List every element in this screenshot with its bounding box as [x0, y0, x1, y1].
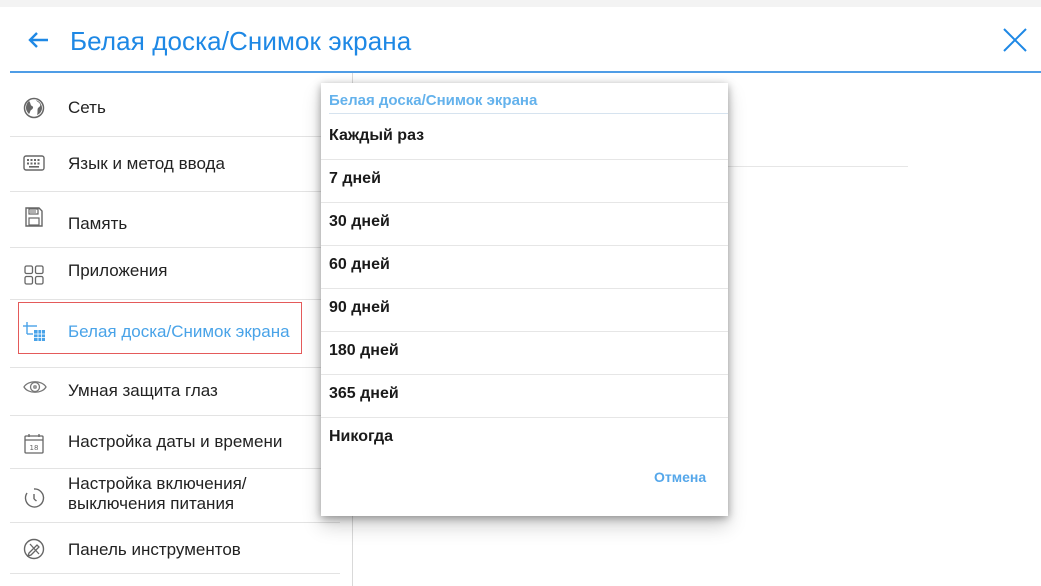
dialog-title-divider [329, 113, 728, 114]
page-header: Белая доска/Снимок экрана [0, 7, 1041, 71]
retention-period-dialog: Белая доска/Снимок экрана Каждый раз 7 д… [321, 83, 728, 516]
option-label: 7 дней [329, 170, 381, 187]
option-30-days[interactable]: 30 дней [321, 202, 728, 246]
option-label: Каждый раз [329, 127, 425, 144]
svg-text:18: 18 [30, 444, 39, 452]
sidebar-item-date-time[interactable]: 18 Настройка даты и времени [10, 416, 340, 469]
sidebar-item-network[interactable]: Сеть [10, 83, 340, 137]
close-icon[interactable] [1000, 25, 1030, 55]
sidebar-item-label-line-1: Настройка включения/ [68, 474, 247, 493]
option-60-days[interactable]: 60 дней [321, 245, 728, 289]
option-label: 30 дней [329, 213, 390, 230]
back-arrow-icon[interactable] [26, 27, 52, 53]
power-timer-icon [23, 487, 45, 509]
option-180-days[interactable]: 180 дней [321, 331, 728, 375]
top-strip [0, 0, 1041, 7]
sidebar-item-label-line-2: выключения питания [68, 494, 235, 513]
sidebar-item-toolbar[interactable]: Панель инструментов [10, 523, 340, 574]
option-every-time[interactable]: Каждый раз [321, 116, 728, 160]
sidebar-item-eye-protection[interactable]: Умная защита глаз [10, 368, 340, 416]
option-90-days[interactable]: 90 дней [321, 288, 728, 332]
dialog-title: Белая доска/Снимок экрана [329, 92, 538, 109]
sidebar-item-label: Настройка даты и времени [68, 432, 283, 451]
storage-icon [23, 206, 45, 228]
sidebar-item-label: Панель инструментов [68, 540, 241, 559]
calendar-icon: 18 [23, 433, 45, 455]
toolbar-icon [23, 538, 45, 560]
content-divider [728, 166, 908, 167]
option-never[interactable]: Никогда [321, 417, 728, 460]
option-7-days[interactable]: 7 дней [321, 159, 728, 203]
option-label: 180 дней [329, 342, 399, 359]
option-label: Никогда [329, 428, 394, 445]
keyboard-icon [23, 152, 45, 174]
globe-icon [23, 97, 45, 119]
sidebar-item-label: Настройка включения/ выключения питания [68, 474, 247, 514]
sidebar-item-label: Сеть [68, 98, 106, 117]
option-label: 60 дней [329, 256, 390, 273]
sidebar-item-label: Память [68, 214, 128, 233]
cancel-button[interactable]: Отмена [654, 469, 706, 485]
apps-grid-icon [23, 264, 45, 286]
eye-icon [23, 376, 47, 398]
page-title: Белая доска/Снимок экрана [70, 26, 412, 56]
settings-sidebar: Сеть Язык и метод ввода Память Приложени… [0, 73, 353, 586]
sidebar-item-storage[interactable]: Память [10, 192, 340, 248]
option-365-days[interactable]: 365 дней [321, 374, 728, 418]
sidebar-item-power-schedule[interactable]: Настройка включения/ выключения питания [10, 469, 340, 523]
option-label: 90 дней [329, 299, 390, 316]
selection-highlight-box [18, 302, 302, 354]
sidebar-item-apps[interactable]: Приложения [10, 248, 340, 300]
sidebar-item-label: Язык и метод ввода [68, 154, 225, 173]
sidebar-item-label: Приложения [68, 261, 168, 280]
option-label: 365 дней [329, 385, 399, 402]
sidebar-item-language-input[interactable]: Язык и метод ввода [10, 137, 340, 192]
sidebar-item-label: Умная защита глаз [68, 381, 218, 400]
